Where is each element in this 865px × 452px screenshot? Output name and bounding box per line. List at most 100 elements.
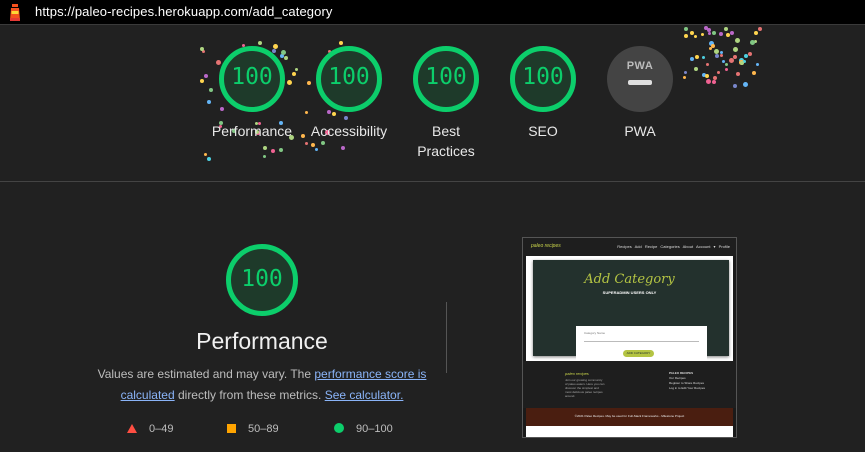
thumb-copyright-text: ©2021 Paleo Recipes. May be used for Ful…	[574, 414, 685, 418]
confetti-dot	[712, 76, 717, 81]
confetti-dot	[310, 143, 315, 147]
page-url[interactable]: https://paleo-recipes.herokuapp.com/add_…	[35, 4, 332, 19]
thumb-form-label: Category Name	[584, 331, 606, 335]
confetti-dot	[733, 83, 738, 88]
best-practices-gauge[interactable]: 100	[413, 46, 479, 112]
vertical-separator	[446, 302, 447, 373]
confetti-dot	[744, 53, 749, 58]
thumb-footer-brand: paleo recipes	[565, 371, 589, 376]
confetti-dot	[262, 154, 266, 158]
description-text: Values are estimated and may vary. The	[97, 367, 315, 381]
confetti-dot	[683, 70, 687, 74]
confetti-dot	[339, 40, 344, 45]
confetti-dot	[756, 63, 760, 67]
confetti-dot	[208, 88, 213, 93]
confetti-dot	[207, 99, 212, 104]
confetti-dot	[757, 26, 762, 31]
confetti-dot	[747, 52, 752, 57]
gauge-score: 100	[231, 64, 273, 90]
confetti-dot	[291, 72, 296, 77]
confetti-dot	[714, 49, 720, 54]
confetti-dot	[730, 31, 735, 36]
confetti-dot	[341, 146, 346, 151]
confetti-dot	[717, 71, 720, 75]
confetti-dot	[729, 58, 735, 64]
pwa-badge-text: PWA	[626, 60, 654, 72]
thumb-footer-links: PALEO RECIPES Our Recipes Register to Sh…	[669, 371, 705, 391]
section-divider	[0, 181, 865, 182]
confetti-dot	[281, 50, 287, 56]
confetti-dot	[258, 41, 263, 45]
confetti-dot	[705, 78, 711, 84]
category-title: Performance	[196, 328, 328, 354]
description-text: directly from these metrics.	[174, 388, 325, 402]
thumb-nav-links: Recipes Add Recipe Categories About Acco…	[617, 244, 730, 249]
thumb-copyright-bar: ©2021 Paleo Recipes. May be used for Ful…	[526, 408, 733, 426]
legend-average: 50–89	[227, 423, 279, 435]
seo-gauge[interactable]: 100	[510, 46, 576, 112]
confetti-dot	[693, 66, 698, 71]
confetti-dot	[216, 59, 222, 65]
confetti-dot	[326, 110, 331, 115]
orange-square-icon	[227, 424, 236, 433]
confetti-dot	[306, 80, 311, 85]
confetti-dot	[750, 39, 755, 45]
confetti-dot	[304, 110, 308, 114]
confetti-dot	[270, 148, 275, 153]
legend-range: 50–89	[248, 423, 279, 435]
see-calculator-link[interactable]: See calculator.	[325, 388, 404, 402]
confetti-dot	[684, 33, 689, 38]
performance-gauge[interactable]: 100	[219, 46, 285, 112]
confetti-dot	[332, 111, 337, 116]
lighthouse-icon	[10, 4, 20, 21]
confetti-dot	[734, 38, 740, 44]
confetti-dot	[702, 55, 706, 59]
confetti-dot	[720, 51, 724, 55]
confetti-dot	[725, 68, 729, 72]
pwa-badge[interactable]: PWA	[607, 46, 673, 112]
gauge-score: 100	[425, 64, 467, 90]
confetti-dot	[683, 27, 688, 32]
thumb-brand: paleo recipes	[531, 243, 561, 249]
gauge-score: 100	[522, 64, 564, 90]
confetti-dot	[752, 71, 757, 76]
confetti-dot	[707, 32, 711, 36]
final-screenshot[interactable]: paleo recipes Recipes Add Recipe Categor…	[522, 237, 737, 438]
confetti-dot	[287, 80, 293, 86]
address-bar: https://paleo-recipes.herokuapp.com/add_…	[0, 0, 865, 25]
confetti-dot	[701, 33, 705, 37]
confetti-dot	[753, 31, 758, 36]
confetti-dot	[694, 54, 699, 59]
confetti-dot	[219, 107, 224, 112]
confetti-dot	[725, 62, 729, 66]
confetti-dot	[273, 44, 279, 50]
confetti-dot	[724, 27, 729, 31]
confetti-dot	[705, 73, 710, 78]
confetti-dot	[725, 33, 730, 38]
thumb-footer-text: Join our growing community of paleo eate…	[565, 378, 605, 398]
thumb-form: Category Name ADD CATEGORY	[576, 326, 707, 364]
score-description: Values are estimated and may vary. The p…	[92, 364, 432, 406]
gauge-label-pwa: PWA	[624, 123, 656, 139]
confetti-dot	[693, 34, 697, 38]
thumb-hero-subtitle: SUPERADMIN USERS ONLY	[602, 290, 657, 295]
na-dash-icon	[628, 80, 652, 85]
confetti-dot	[710, 43, 715, 48]
confetti-dot	[262, 145, 267, 150]
confetti-dot	[314, 147, 318, 151]
confetti-dot	[305, 142, 309, 146]
confetti-dot	[294, 67, 298, 71]
confetti-dot	[283, 55, 288, 60]
legend-range: 90–100	[356, 423, 393, 435]
thumb-add-button: ADD CATEGORY	[623, 350, 654, 357]
gauge-score: 100	[328, 64, 370, 90]
performance-score-gauge: 100	[226, 244, 298, 316]
red-triangle-icon	[127, 424, 137, 433]
thumb-navbar: paleo recipes Recipes Add Recipe Categor…	[523, 238, 736, 256]
confetti-dot	[344, 116, 349, 121]
thumb-input-line	[584, 341, 699, 342]
confetti-dot	[735, 71, 740, 76]
thumb-footer-link: Log in to Edit Your Recipes	[669, 386, 706, 390]
accessibility-gauge[interactable]: 100	[316, 46, 382, 112]
confetti-dot	[683, 76, 687, 80]
